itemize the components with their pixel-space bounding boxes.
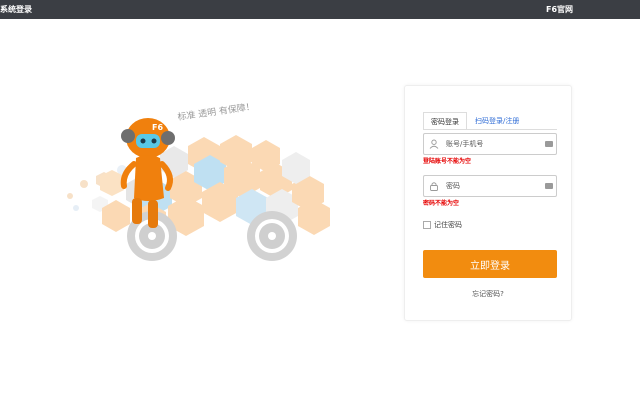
forgot-password-link[interactable]: 忘记密码?: [405, 289, 571, 299]
top-bar: 系统登录 F6官网: [0, 0, 640, 19]
keyboard-icon[interactable]: [545, 183, 553, 189]
account-error: 登陆账号不能为空: [423, 158, 472, 165]
tab-password-login[interactable]: 密码登录: [423, 112, 467, 130]
password-error: 密码不能为空: [423, 200, 460, 207]
account-input[interactable]: [446, 137, 544, 151]
slogan-text: 标准 透明 有保障！: [177, 100, 256, 123]
login-button[interactable]: 立即登录: [423, 250, 557, 278]
user-icon: [429, 139, 439, 149]
password-field[interactable]: [423, 175, 557, 197]
lock-icon: [430, 182, 438, 191]
car-mascot-illustration: F6 标准 透明 有保障！: [67, 100, 330, 261]
remember-checkbox[interactable]: [423, 221, 431, 229]
f6-badge: F6: [152, 123, 163, 132]
login-card: 密码登录 扫码登录/注册 登陆账号不能为空 密码不能为空 记住密码 立即登录 忘…: [404, 85, 572, 321]
page-title: 系统登录: [0, 5, 32, 14]
password-input[interactable]: [446, 179, 544, 193]
f6-site-link[interactable]: F6官网: [546, 4, 573, 15]
tab-divider: [423, 129, 557, 130]
account-field[interactable]: [423, 133, 557, 155]
tab-scan-login[interactable]: 扫码登录/注册: [475, 112, 519, 130]
keyboard-icon[interactable]: [545, 141, 553, 147]
remember-label: 记住密码: [434, 221, 462, 229]
car-wheel-icon: [247, 211, 297, 261]
